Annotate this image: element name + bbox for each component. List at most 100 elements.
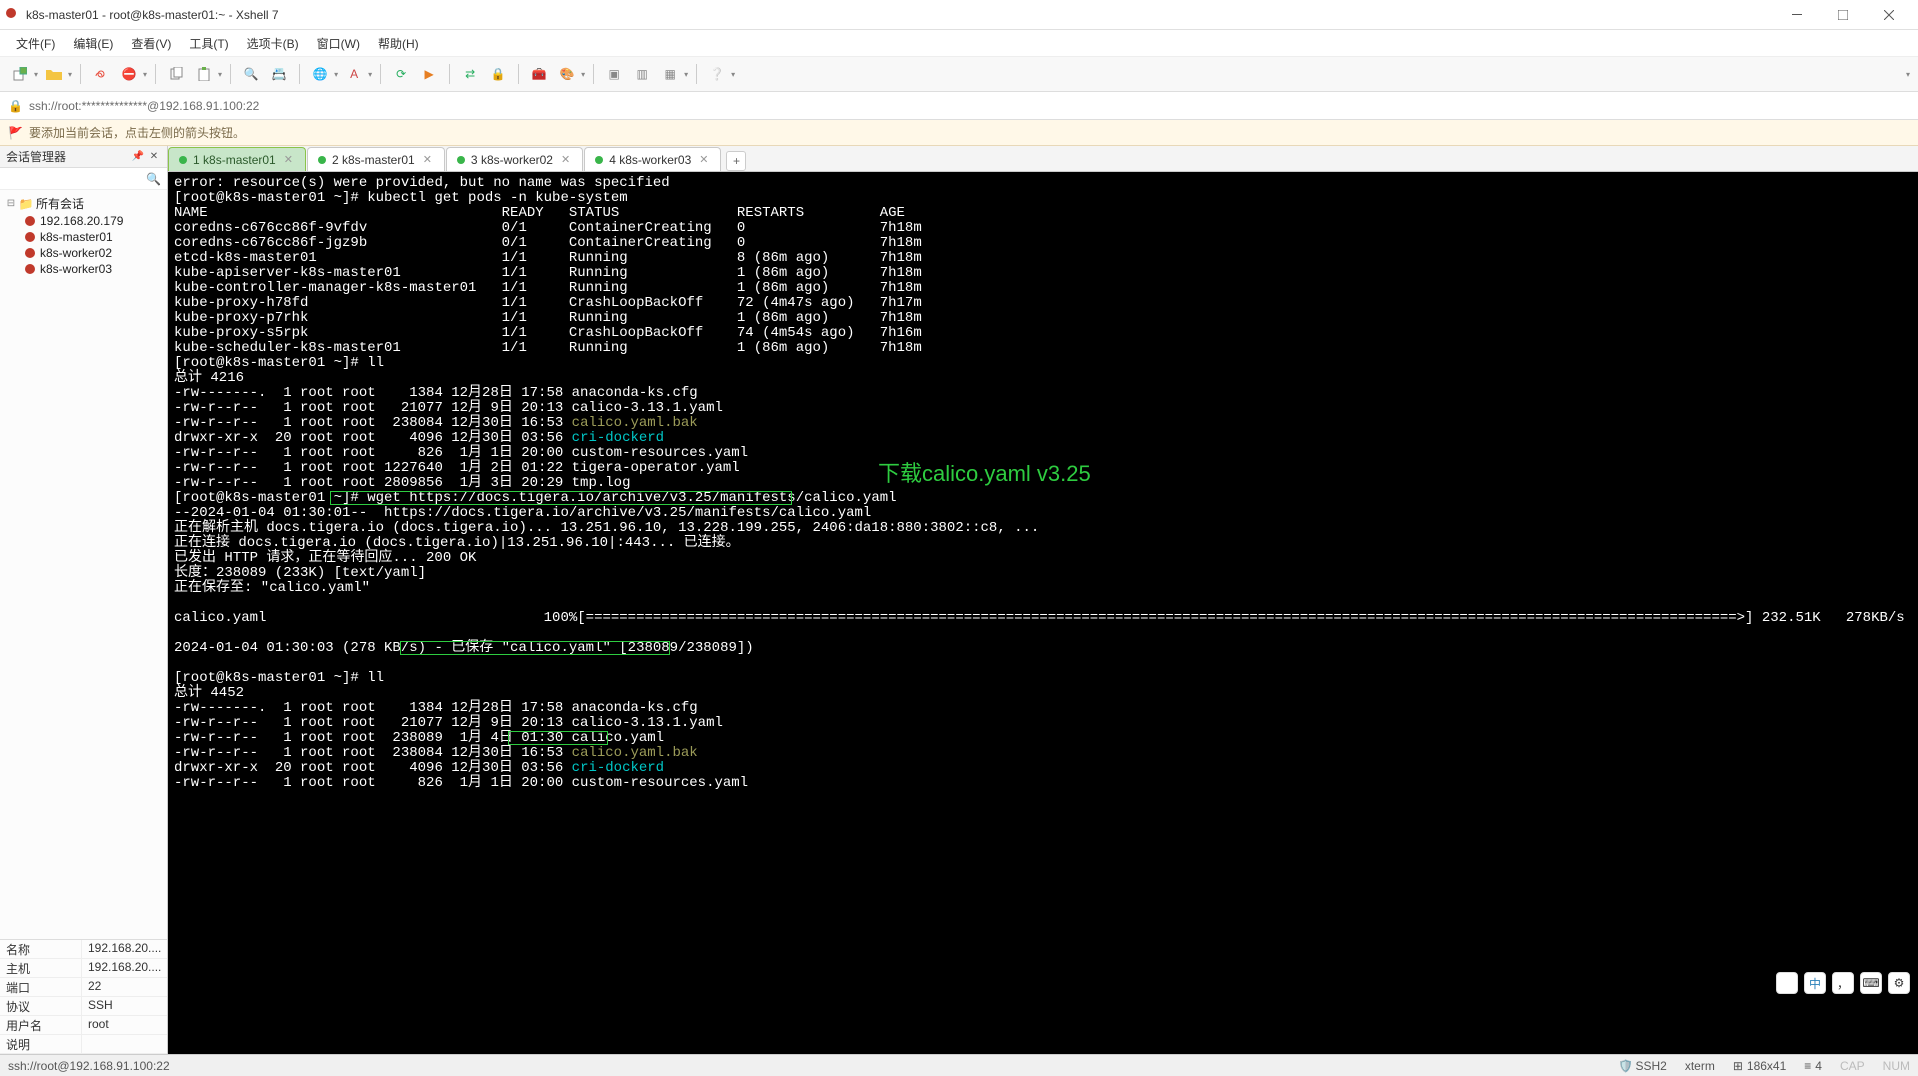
tab-master01-2[interactable]: 2 k8s-master01 ✕: [307, 147, 445, 171]
tab-label: k8s-worker03: [619, 153, 691, 167]
address-text[interactable]: ssh://root:**************@192.168.91.100…: [29, 99, 259, 113]
chevron-down-icon[interactable]: ▾: [68, 70, 72, 79]
titlebar: k8s-master01 - root@k8s-master01:~ - Xsh…: [0, 0, 1918, 30]
tree-label: k8s-master01: [40, 230, 113, 244]
maximize-button[interactable]: [1820, 1, 1866, 29]
copy-button[interactable]: [164, 62, 188, 86]
lock-button[interactable]: 🔒: [486, 62, 510, 86]
close-tab-button[interactable]: ✕: [699, 153, 708, 166]
chevron-down-icon[interactable]: ▾: [218, 70, 222, 79]
tab-label: k8s-worker02: [481, 153, 553, 167]
status-text: 186x41: [1747, 1059, 1786, 1073]
annotation-box: [400, 641, 670, 655]
terminal-cyan: cri-dockerd: [572, 760, 664, 776]
status-dot-icon: [179, 156, 187, 164]
refresh-button[interactable]: ⟳: [389, 62, 413, 86]
tree-item-session[interactable]: k8s-worker03: [2, 261, 165, 277]
separator: [696, 64, 697, 84]
chevron-down-icon[interactable]: ▾: [581, 70, 585, 79]
chevron-down-icon[interactable]: ▾: [143, 70, 147, 79]
window-title: k8s-master01 - root@k8s-master01:~ - Xsh…: [26, 8, 1774, 22]
tab-master01-1[interactable]: 1 k8s-master01 ✕: [168, 147, 306, 171]
chevron-down-icon[interactable]: ▾: [731, 70, 735, 79]
open-session-button[interactable]: [42, 62, 66, 86]
separator: [449, 64, 450, 84]
chevron-down-icon[interactable]: ▾: [334, 70, 338, 79]
collapse-icon[interactable]: ⊟: [6, 198, 16, 209]
close-pane-button[interactable]: ✕: [147, 150, 161, 164]
new-session-button[interactable]: [8, 62, 32, 86]
prop-proto: 协议SSH: [0, 997, 167, 1016]
chevron-down-icon[interactable]: ▾: [34, 70, 38, 79]
prop-key: 端口: [0, 978, 82, 996]
add-tab-button[interactable]: +: [726, 151, 746, 171]
print-button[interactable]: 📇: [267, 62, 291, 86]
tree-item-host[interactable]: 192.168.20.179: [2, 213, 165, 229]
session-search[interactable]: 🔍: [0, 168, 167, 190]
tab-worker03[interactable]: 4 k8s-worker03 ✕: [584, 147, 721, 171]
close-tab-button[interactable]: ✕: [284, 153, 293, 166]
close-button[interactable]: [1866, 1, 1912, 29]
cascade-button[interactable]: ▣: [602, 62, 626, 86]
play-button[interactable]: ▶: [417, 62, 441, 86]
tree-label: 192.168.20.179: [40, 214, 123, 228]
minimize-button[interactable]: [1774, 1, 1820, 29]
ime-keyboard-button[interactable]: ⌨: [1860, 972, 1882, 994]
tab-worker02[interactable]: 3 k8s-worker02 ✕: [446, 147, 583, 171]
transfer-button[interactable]: ⇄: [458, 62, 482, 86]
terminal-output: -rw-r--r-- 1 root root 826 1月 1日 20:00 c…: [174, 775, 748, 791]
toolbox-button[interactable]: 🧰: [527, 62, 551, 86]
terminal[interactable]: error: resource(s) were provided, but no…: [168, 172, 1918, 1054]
ime-settings-button[interactable]: ⚙: [1888, 972, 1910, 994]
ime-punct-button[interactable]: ，: [1832, 972, 1854, 994]
separator: [518, 64, 519, 84]
status-left: ssh://root@192.168.91.100:22: [8, 1059, 1601, 1073]
layout-button[interactable]: ▦: [658, 62, 682, 86]
status-dot-icon: [595, 156, 603, 164]
globe-button[interactable]: 🌐: [308, 62, 332, 86]
palette-button[interactable]: 🎨: [555, 62, 579, 86]
find-button[interactable]: 🔍: [239, 62, 263, 86]
menu-file[interactable]: 文件(F): [8, 32, 63, 55]
chevron-down-icon[interactable]: ▾: [368, 70, 372, 79]
tree-item-session[interactable]: k8s-worker02: [2, 245, 165, 261]
shield-icon: 🛡️: [1619, 1060, 1631, 1072]
ime-icon[interactable]: S: [1776, 972, 1798, 994]
font-button[interactable]: A: [342, 62, 366, 86]
terminal-dim: calico.yaml.bak: [572, 415, 698, 431]
menu-tools[interactable]: 工具(T): [181, 32, 236, 55]
menu-window[interactable]: 窗口(W): [309, 32, 368, 55]
status-sessions: ≡4: [1804, 1059, 1822, 1073]
property-grid: 名称192.168.20.... 主机192.168.20.... 端口22 协…: [0, 939, 167, 1054]
tree-label: 所有会话: [36, 195, 84, 212]
menu-edit[interactable]: 编辑(E): [65, 32, 121, 55]
terminal-cyan: cri-dockerd: [572, 430, 664, 446]
help-button[interactable]: ❔: [705, 62, 729, 86]
tab-num: 1: [193, 153, 200, 167]
tree-item-session[interactable]: k8s-master01: [2, 229, 165, 245]
close-tab-button[interactable]: ✕: [561, 153, 570, 166]
disconnect-button[interactable]: ⛔: [117, 62, 141, 86]
prop-desc: 说明: [0, 1035, 167, 1054]
tab-num: 3: [471, 153, 478, 167]
sidebar-title: 会话管理器: [6, 148, 129, 165]
link-button[interactable]: [89, 62, 113, 86]
addressbar: 🔒 ssh://root:**************@192.168.91.1…: [0, 92, 1918, 120]
close-tab-button[interactable]: ✕: [423, 153, 432, 166]
lang-button[interactable]: 中: [1804, 972, 1826, 994]
infobar-text: 要添加当前会话，点击左侧的箭头按钮。: [29, 124, 245, 141]
tile-h-button[interactable]: ▥: [630, 62, 654, 86]
separator: [380, 64, 381, 84]
chevron-down-icon[interactable]: ▾: [1906, 70, 1910, 79]
tab-num: 4: [609, 153, 616, 167]
chevron-down-icon[interactable]: ▾: [684, 70, 688, 79]
menu-view[interactable]: 查看(V): [123, 32, 179, 55]
tree-root[interactable]: ⊟ 📁 所有会话: [2, 194, 165, 213]
session-manager: 会话管理器 📌 ✕ 🔍 ⊟ 📁 所有会话 192.168.20.179 k8s-…: [0, 146, 168, 1054]
separator: [593, 64, 594, 84]
paste-button[interactable]: [192, 62, 216, 86]
prop-val: [82, 1035, 167, 1053]
menu-tabs[interactable]: 选项卡(B): [239, 32, 307, 55]
pin-button[interactable]: 📌: [131, 150, 145, 164]
menu-help[interactable]: 帮助(H): [370, 32, 427, 55]
